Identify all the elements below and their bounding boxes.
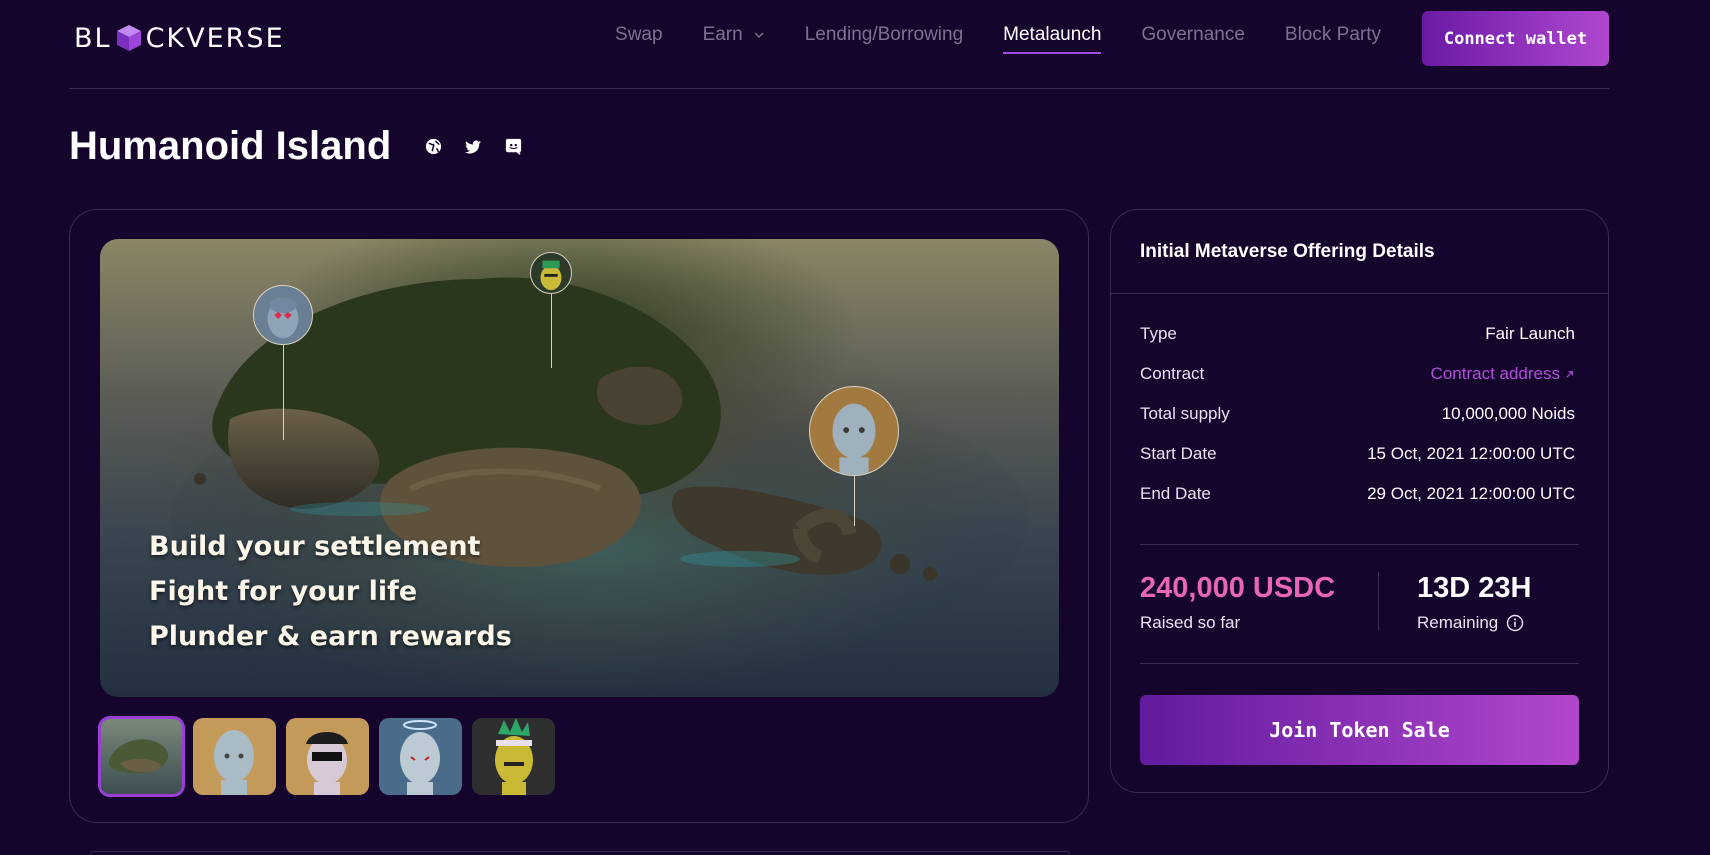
connect-wallet-button[interactable]: Connect wallet: [1422, 11, 1609, 66]
raised-stat: 240,000 USDC Raised so far: [1140, 572, 1335, 633]
globe-icon[interactable]: [423, 137, 443, 157]
thumbnail-noid-plain[interactable]: [193, 718, 276, 795]
next-section-edge: [90, 851, 1070, 855]
vertical-divider: [1378, 572, 1379, 630]
detail-value: 29 Oct, 2021 12:00:00 UTC: [1367, 484, 1575, 503]
twitter-icon[interactable]: [463, 137, 483, 157]
detail-value: 10,000,000 Noids: [1441, 404, 1575, 423]
detail-value: 15 Oct, 2021 12:00:00 UTC: [1367, 444, 1575, 463]
cube-icon: [116, 25, 141, 51]
raised-label: Raised so far: [1140, 613, 1241, 632]
noid-avatar: [809, 386, 899, 476]
media-card: Build your settlement Fight for your lif…: [69, 209, 1089, 823]
remaining-label: Remaining: [1417, 613, 1499, 632]
hero-taglines: Build your settlement Fight for your lif…: [149, 524, 512, 659]
details-title: Initial Metaverse Offering Details: [1140, 241, 1435, 262]
thumbnail-island[interactable]: [98, 716, 185, 797]
info-icon[interactable]: [1506, 614, 1524, 632]
pin-stick: [853, 476, 855, 526]
join-token-sale-button[interactable]: Join Token Sale: [1140, 695, 1579, 765]
pin-stick: [550, 294, 552, 368]
top-header: BL CKVERSE Swap Earn Lending/Borrowing M…: [69, 0, 1609, 89]
offering-details-card: Initial Metaverse Offering Details Type …: [1110, 209, 1609, 793]
remaining-value: 13D 23H: [1417, 572, 1532, 604]
page-title: Humanoid Island: [69, 124, 392, 168]
detail-label: Start Date: [1140, 444, 1217, 463]
logo-text-left: BL: [74, 22, 112, 54]
detail-row-contract: Contract Contract address: [1140, 354, 1575, 394]
nav-label: Governance: [1141, 24, 1245, 45]
sale-stats: 240,000 USDC Raised so far 13D 23H Remai…: [1140, 572, 1579, 642]
discord-icon[interactable]: [503, 137, 523, 157]
nav-metalaunch[interactable]: Metalaunch: [1003, 24, 1102, 54]
detail-label: End Date: [1140, 484, 1211, 503]
details-rows: Type Fair Launch Contract Contract addre…: [1140, 314, 1575, 514]
nav-label: Metalaunch: [1003, 24, 1102, 45]
nav-block-party[interactable]: Block Party: [1285, 24, 1381, 54]
thumbnail-noid-yellow-mohawk[interactable]: [472, 718, 555, 795]
map-pin-noid-gold[interactable]: [809, 386, 899, 526]
pin-stick: [282, 345, 284, 440]
nav-label: Block Party: [1284, 24, 1381, 45]
detail-value: Fair Launch: [1485, 324, 1575, 343]
contract-address-link[interactable]: Contract address: [1431, 364, 1575, 384]
detail-row-type: Type Fair Launch: [1140, 314, 1575, 354]
detail-label: Total supply: [1140, 404, 1230, 423]
divider: [1140, 544, 1579, 545]
detail-row-start-date: Start Date 15 Oct, 2021 12:00:00 UTC: [1140, 434, 1575, 474]
map-pin-noid-hearts[interactable]: [253, 285, 313, 440]
divider: [1111, 293, 1608, 294]
hero-line: Fight for your life: [149, 576, 418, 607]
nav-label: Lending/Borrowing: [804, 24, 964, 45]
hero-image: Build your settlement Fight for your lif…: [100, 239, 1059, 697]
nav-governance[interactable]: Governance: [1141, 24, 1245, 54]
divider: [1140, 663, 1579, 664]
detail-row-end-date: End Date 29 Oct, 2021 12:00:00 UTC: [1140, 474, 1575, 514]
nav-swap[interactable]: Swap: [615, 24, 663, 54]
chevron-down-icon: [754, 32, 764, 38]
raised-value: 240,000 USDC: [1140, 572, 1336, 604]
main-nav: Swap Earn Lending/Borrowing Metalaunch G…: [615, 24, 1381, 54]
noid-avatar: [253, 285, 313, 345]
blockverse-logo[interactable]: BL CKVERSE: [74, 22, 285, 54]
detail-row-total-supply: Total supply 10,000,000 Noids: [1140, 394, 1575, 434]
social-links: [423, 137, 523, 157]
thumbnail-noid-halo[interactable]: [379, 718, 462, 795]
nav-label: Swap: [615, 24, 663, 45]
remaining-stat: 13D 23H Remaining: [1417, 572, 1531, 633]
hero-line: Build your settlement: [149, 531, 481, 562]
thumbnail-noid-cap-sunglasses[interactable]: [286, 718, 369, 795]
external-link-icon: [1566, 370, 1573, 378]
nav-label: Earn: [702, 24, 743, 45]
nav-earn[interactable]: Earn: [703, 24, 765, 54]
noid-avatar: [530, 252, 572, 294]
logo-text-right: CKVERSE: [145, 22, 285, 54]
nav-lending-borrowing[interactable]: Lending/Borrowing: [805, 24, 963, 54]
remaining-label-row: Remaining: [1417, 613, 1531, 633]
project-title-row: Humanoid Island: [69, 124, 523, 169]
thumbnail-strip: [98, 716, 555, 797]
detail-label: Contract: [1140, 364, 1205, 383]
hero-line: Plunder & earn rewards: [149, 621, 512, 652]
map-pin-noid-mohawk[interactable]: [530, 252, 572, 368]
contract-link-text: Contract address: [1430, 364, 1560, 383]
detail-label: Type: [1140, 324, 1177, 343]
